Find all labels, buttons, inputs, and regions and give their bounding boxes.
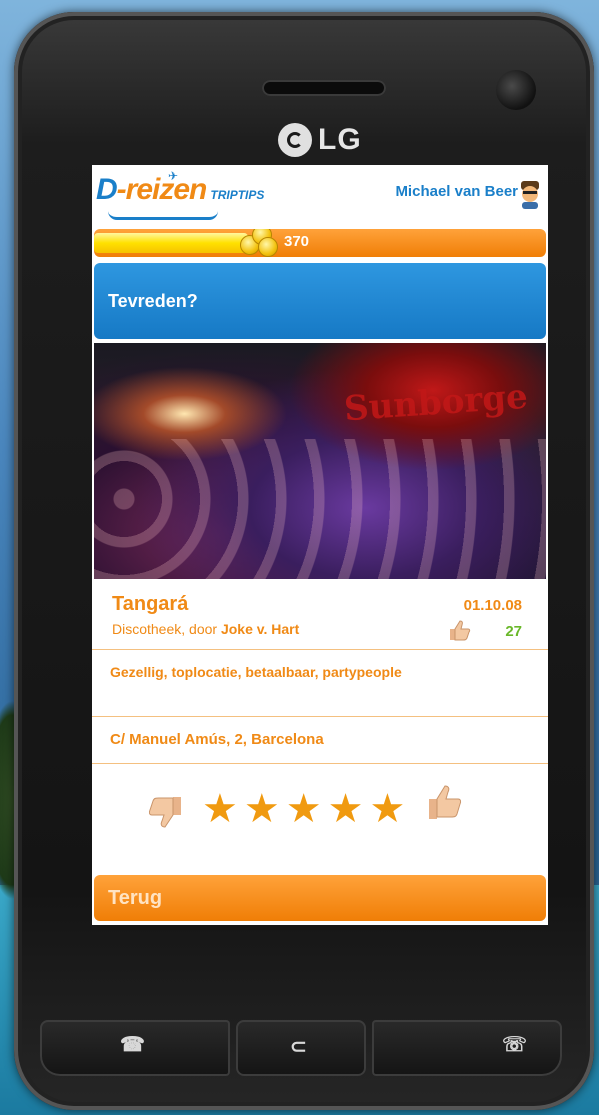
venue-author[interactable]: Joke v. Hart (221, 621, 299, 637)
venue-tags-row: Gezellig, toplocatie, betaalbaar, partyp… (92, 650, 548, 717)
end-call-key[interactable]: ☏ (372, 1020, 562, 1076)
points-progress-fill (94, 233, 248, 253)
star-icon[interactable]: ★ (286, 789, 322, 829)
photo-sign: Sunborge (342, 376, 529, 430)
star-rating[interactable]: ★ ★ ★ ★ ★ (202, 789, 405, 829)
star-icon[interactable]: ★ (202, 789, 238, 829)
menu-key[interactable]: ⊂ (236, 1020, 366, 1076)
phone-brand: LG (278, 120, 362, 160)
points-value: 370 (284, 233, 310, 250)
menu-icon: ⊂ (290, 1036, 307, 1058)
app-screen: D -reizen TRIPTIPS ✈ Michael van Beer 37… (92, 165, 548, 925)
thumbs-up-large-icon[interactable] (426, 783, 466, 823)
user-name[interactable]: Michael van Beer (395, 183, 518, 200)
venue-address: C/ Manuel Amús, 2, Barcelona (110, 731, 324, 748)
back-button[interactable]: Terug (94, 875, 546, 921)
venue-photo: Sunborge (94, 343, 546, 579)
end-call-icon: ☏ (502, 1034, 528, 1056)
points-progress-bar: 370 (94, 229, 546, 257)
camera-icon (496, 70, 536, 110)
call-key[interactable]: ☎ (40, 1020, 230, 1076)
thumbs-down-icon[interactable] (144, 793, 184, 829)
thumbs-up-icon (450, 620, 471, 641)
logo-text: -reizen (116, 173, 208, 206)
phone-speaker (262, 80, 386, 96)
venue-address-row: C/ Manuel Amús, 2, Barcelona (92, 717, 548, 764)
star-icon[interactable]: ★ (328, 789, 364, 829)
coins-icon (238, 229, 278, 257)
likes-count: 27 (505, 623, 522, 640)
back-label: Terug (108, 887, 163, 909)
brand-text: LG (318, 123, 362, 156)
phone-hardware-keys: ☎ ⊂ ☏ (40, 1020, 562, 1080)
venue-info: Tangará Discotheek, door Joke v. Hart 01… (92, 583, 548, 650)
phone-call-icon: ☎ (120, 1034, 145, 1056)
venue-tags: Gezellig, toplocatie, betaalbaar, partyp… (110, 664, 402, 680)
app-logo[interactable]: D -reizen TRIPTIPS (96, 173, 264, 207)
rating-row: ★ ★ ★ ★ ★ (92, 785, 548, 837)
airplane-icon: ✈ (168, 169, 179, 183)
logo-subtitle: TRIPTIPS (210, 188, 265, 202)
venue-meta: Discotheek, door Joke v. Hart (112, 621, 299, 637)
star-icon[interactable]: ★ (244, 789, 280, 829)
logo-swoosh (108, 211, 218, 220)
lg-logo-icon (278, 123, 312, 157)
venue-name: Tangará (112, 593, 189, 615)
app-header: D -reizen TRIPTIPS ✈ Michael van Beer (92, 165, 548, 227)
satisfaction-question: Tevreden? (94, 263, 546, 339)
avatar-icon[interactable] (518, 179, 542, 209)
logo-letter: D (96, 173, 118, 206)
question-text: Tevreden? (108, 291, 198, 311)
venue-date: 01.10.08 (463, 597, 522, 614)
photo-crowd (94, 439, 546, 579)
venue-type: Discotheek, door (112, 621, 218, 637)
star-icon[interactable]: ★ (369, 789, 405, 829)
